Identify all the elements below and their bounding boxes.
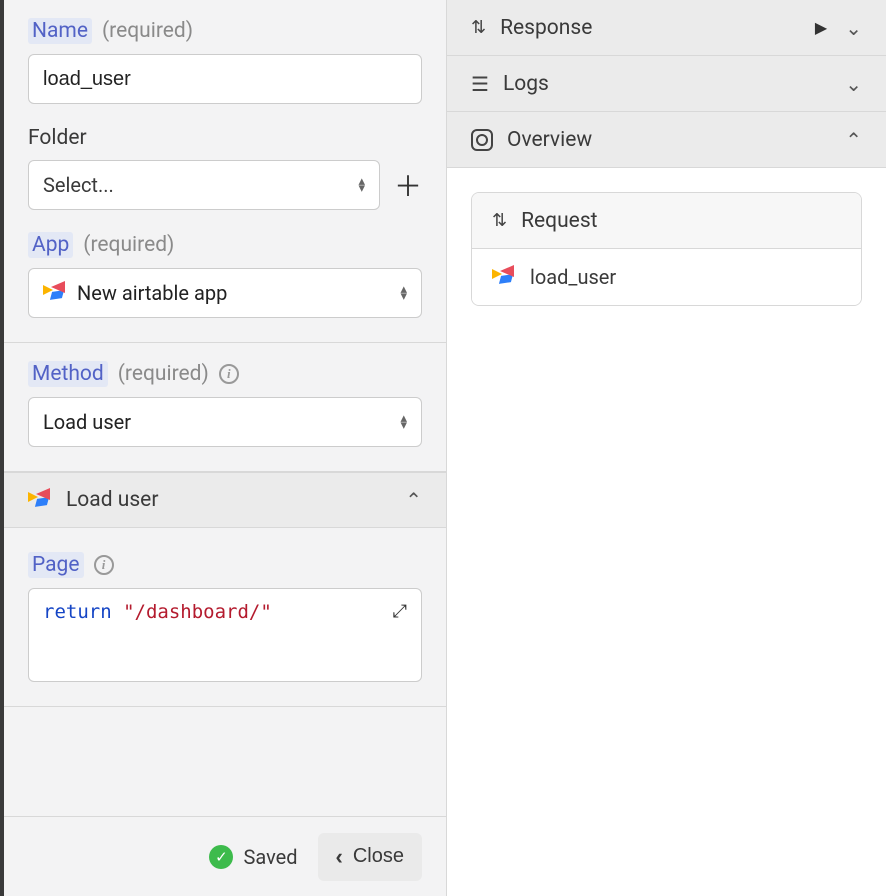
info-icon[interactable]: i xyxy=(219,364,239,384)
logs-accordion[interactable]: ☰ Logs ⌄ xyxy=(447,56,886,112)
folder-label: Folder xyxy=(28,126,87,150)
app-label: App xyxy=(28,232,73,258)
overview-icon xyxy=(471,129,493,151)
add-folder-button[interactable]: ＋ xyxy=(394,165,422,205)
folder-field-group: Folder Select... ▴▾ ＋ xyxy=(28,126,422,210)
method-label-row: Method (required) i xyxy=(28,361,422,387)
airtable-icon xyxy=(43,281,67,305)
method-form-section: Method (required) i Load user ▴▾ xyxy=(4,343,446,472)
swap-icon: ⇅ xyxy=(492,210,507,231)
logs-label: Logs xyxy=(503,72,549,96)
expand-icon[interactable]: ⤢ xyxy=(393,601,407,622)
app-select-value: New airtable app xyxy=(43,281,227,305)
chevron-up-icon: ⌃ xyxy=(845,128,862,152)
method-select[interactable]: Load user ▴▾ xyxy=(28,397,422,447)
page-code-input[interactable]: return "/dashboard/" ⤢ xyxy=(28,588,422,682)
airtable-icon xyxy=(492,265,516,289)
overview-content: ⇅ Request load_user xyxy=(447,168,886,330)
name-label-row: Name (required) xyxy=(28,18,422,44)
chevron-up-icon: ⌃ xyxy=(405,488,422,512)
saved-text: Saved xyxy=(243,845,297,869)
app-value-text: New airtable app xyxy=(77,281,227,305)
app-required: (required) xyxy=(83,233,174,257)
chevron-left-icon: ‹ xyxy=(336,844,343,870)
overview-label: Overview xyxy=(507,128,592,152)
method-required: (required) xyxy=(118,362,209,386)
play-icon[interactable]: ▶ xyxy=(815,18,827,37)
folder-label-row: Folder xyxy=(28,126,422,150)
footer: ✓ Saved ‹ Close xyxy=(4,816,446,896)
folder-placeholder: Select... xyxy=(43,173,114,197)
request-item-text: load_user xyxy=(530,265,616,289)
swap-icon: ⇅ xyxy=(471,17,486,38)
check-icon: ✓ xyxy=(209,845,233,869)
info-icon[interactable]: i xyxy=(94,555,114,575)
close-text: Close xyxy=(353,845,404,868)
chevron-down-icon: ⌄ xyxy=(845,16,862,40)
name-field-group: Name (required) xyxy=(28,18,422,104)
folder-select[interactable]: Select... ▴▾ xyxy=(28,160,380,210)
request-header-text: Request xyxy=(521,209,597,233)
app-label-row: App (required) xyxy=(28,232,422,258)
response-label: Response xyxy=(500,16,592,40)
load-user-section-header[interactable]: Load user ⌃ xyxy=(4,472,446,528)
left-panel: Name (required) Folder Select... ▴▾ ＋ Ap… xyxy=(0,0,447,896)
method-label: Method xyxy=(28,361,108,387)
request-card-header: ⇅ Request xyxy=(472,193,861,249)
page-section: Page i return "/dashboard/" ⤢ xyxy=(4,528,446,707)
select-stepper-icon: ▴▾ xyxy=(400,415,407,429)
app-field-group: App (required) New airtable app ▴▾ xyxy=(28,232,422,318)
method-value-text: Load user xyxy=(43,410,131,434)
app-select[interactable]: New airtable app ▴▾ xyxy=(28,268,422,318)
saved-indicator: ✓ Saved xyxy=(209,845,297,869)
select-stepper-icon: ▴▾ xyxy=(400,286,407,300)
page-label: Page xyxy=(28,552,84,578)
code-keyword: return xyxy=(43,601,112,623)
select-stepper-icon: ▴▾ xyxy=(358,178,365,192)
page-label-row: Page i xyxy=(28,552,422,578)
close-button[interactable]: ‹ Close xyxy=(318,833,422,881)
request-card-body[interactable]: load_user xyxy=(472,249,861,305)
right-panel: ⇅ Response ▶ ⌄ ☰ Logs ⌄ Overview ⌃ ⇅ Req… xyxy=(447,0,886,896)
hamburger-icon: ☰ xyxy=(471,72,489,96)
name-required: (required) xyxy=(102,19,193,43)
method-field-group: Method (required) i Load user ▴▾ xyxy=(28,361,422,447)
section-title: Load user xyxy=(66,488,158,512)
chevron-down-icon: ⌄ xyxy=(845,72,862,96)
folder-select-row: Select... ▴▾ ＋ xyxy=(28,160,422,210)
overview-accordion[interactable]: Overview ⌃ xyxy=(447,112,886,168)
response-accordion[interactable]: ⇅ Response ▶ ⌄ xyxy=(447,0,886,56)
name-input[interactable] xyxy=(28,54,422,104)
airtable-icon xyxy=(28,488,52,512)
form-top-section: Name (required) Folder Select... ▴▾ ＋ Ap… xyxy=(4,0,446,343)
name-label: Name xyxy=(28,18,92,44)
code-string: "/dashboard/" xyxy=(123,601,272,623)
request-card: ⇅ Request load_user xyxy=(471,192,862,306)
